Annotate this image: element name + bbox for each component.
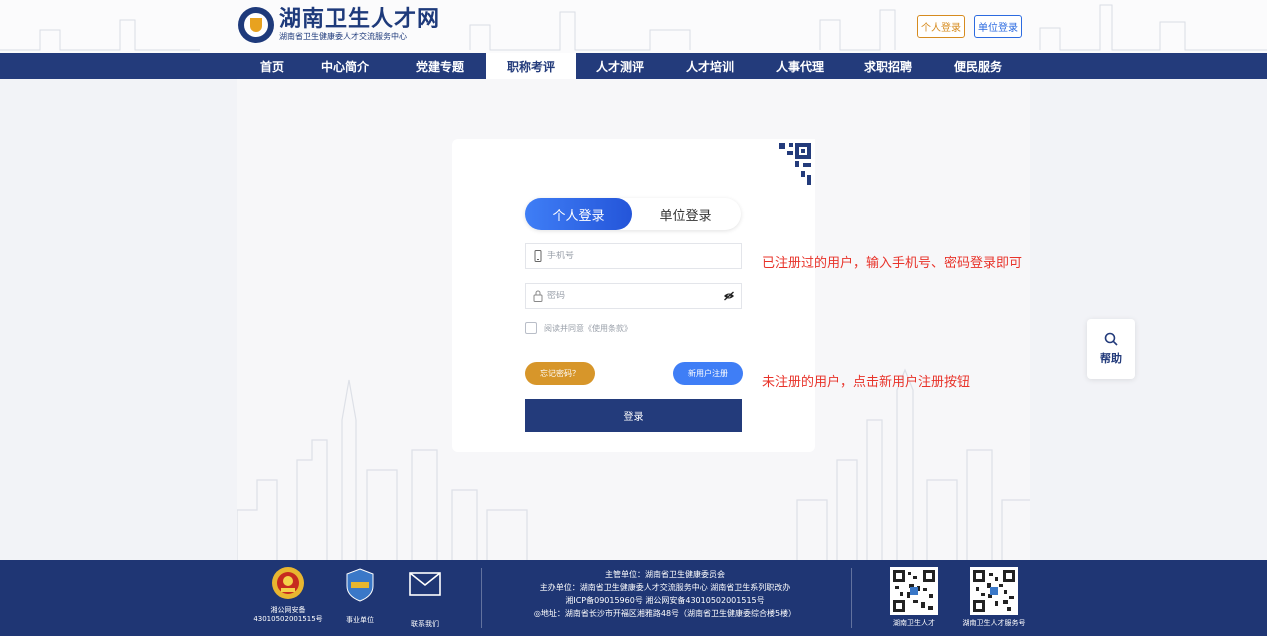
header-skyline-decoration [0,4,1267,51]
nav-item-party[interactable]: 党建专题 [395,53,485,79]
hide-password-icon[interactable] [723,291,735,301]
police-label-1: 湘公网安备 [270,606,306,614]
institution-badge-icon [346,568,374,602]
site-subtitle: 湖南省卫生健康委人才交流服务中心 [279,32,407,41]
site-logo[interactable]: 湖南卫生人才网 湖南省卫生健康委人才交流服务中心 [238,7,440,43]
terms-agreement: 阅读并同意《使用条款》 [525,322,632,334]
nav-item-assessment[interactable]: 人才测评 [575,53,665,79]
password-field [525,283,742,309]
qr-code-talent: 湖南卫生人才 [884,567,944,628]
footer-info: 主管单位：湖南省卫生健康委员会 主办单位：湖南省卫生健康委人才交流服务中心 湖南… [490,568,840,620]
footer-info-line-2: 主办单位：湖南省卫生健康委人才交流服务中心 湖南省卫生系列职改办 [539,583,791,592]
nav-item-about[interactable]: 中心简介 [300,53,390,79]
tab-unit-login[interactable]: 单位登录 [632,198,739,230]
mail-icon [409,572,441,596]
terms-text[interactable]: 阅读并同意《使用条款》 [544,323,632,334]
site-footer: 湘公网安备 43010502001515号 事业单位 联系我们 主管单位：湖南省… [0,560,1267,636]
password-input[interactable] [547,291,707,301]
site-title: 湖南卫生人才网 [279,7,441,32]
unregistered-user-note: 未注册的用户，点击新用户注册按钮 [762,375,971,390]
help-button[interactable]: 帮助 [1087,319,1135,379]
nav-item-training[interactable]: 人才培训 [665,53,755,79]
qr-code-icon [890,567,938,615]
help-label: 帮助 [1100,352,1122,365]
footer-divider [851,568,852,628]
qr2-label: 湖南卫生人才服务号 [962,619,1026,627]
footer-info-line-1: 主管单位：湖南省卫生健康委员会 [605,570,725,579]
phone-field [525,243,742,269]
qr1-label: 湖南卫生人才 [893,619,935,627]
qr-code-service: 湖南卫生人才服务号 [956,567,1032,628]
unit-label: 事业单位 [346,616,374,624]
contact-label: 联系我们 [411,620,439,628]
police-label-2: 43010502001515号 [253,615,323,623]
footer-divider [481,568,482,628]
contact-us-link[interactable]: 联系我们 [405,572,445,629]
public-institution-link[interactable]: 事业单位 [340,568,380,625]
footer-info-line-3[interactable]: 湘ICP备09015960号 湘公网安备43010502001515号 [490,594,840,607]
forgot-password-button[interactable]: 忘记密码？ [525,362,595,385]
lock-icon [533,290,543,302]
nav-item-title-evaluation[interactable]: 职称考评 [486,53,576,79]
police-record-link[interactable]: 湘公网安备 43010502001515号 [252,566,324,624]
qr-login-toggle-icon[interactable] [765,139,815,189]
phone-icon [534,250,542,262]
nav-item-personnel-agency[interactable]: 人事代理 [755,53,845,79]
qr-code-icon [970,567,1018,615]
login-submit-button[interactable]: 登录 [525,399,742,432]
nav-item-recruitment[interactable]: 求职招聘 [843,53,933,79]
register-button[interactable]: 新用户注册 [673,362,743,385]
police-badge-icon [272,567,304,599]
search-icon [1104,332,1118,346]
unit-login-button[interactable]: 单位登录 [974,15,1022,38]
tab-personal-login[interactable]: 个人登录 [525,198,632,230]
nav-item-services[interactable]: 便民服务 [933,53,1023,79]
logo-emblem-icon [238,7,274,43]
login-type-tabs: 个人登录 单位登录 [525,198,741,230]
personal-login-button[interactable]: 个人登录 [917,15,965,38]
registered-user-note: 已注册过的用户，输入手机号、密码登录即可 [762,256,1023,271]
site-header: 湖南卫生人才网 湖南省卫生健康委人才交流服务中心 个人登录 单位登录 [0,0,1267,53]
footer-info-line-4: ◎地址：湖南省长沙市开福区湘雅路48号（湖南省卫生健康委综合楼5楼） [533,609,797,618]
terms-checkbox[interactable] [525,322,537,334]
phone-input[interactable] [547,251,707,261]
main-nav: 首页 中心简介 党建专题 职称考评 人才测评 人才培训 人事代理 求职招聘 便民… [0,53,1267,79]
